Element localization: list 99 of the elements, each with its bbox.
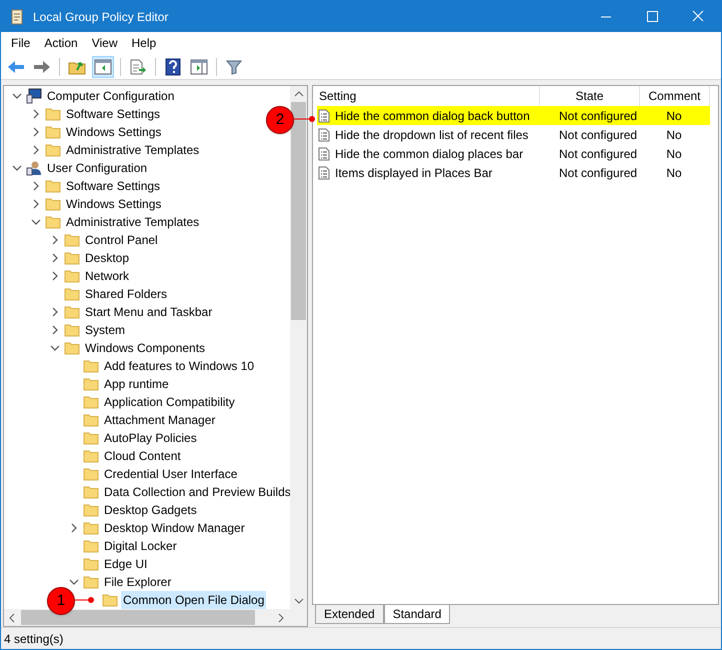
setting-name: Hide the dropdown list of recent files — [335, 126, 530, 144]
filter-icon — [226, 58, 242, 74]
folder-icon — [45, 179, 61, 193]
folder-icon — [83, 449, 99, 463]
tree-item[interactable]: Application Compatibility — [102, 393, 237, 411]
tree-item[interactable]: Computer Configuration — [45, 87, 176, 105]
state-cell-text: Not configured — [558, 126, 638, 144]
folder-icon — [83, 503, 99, 517]
tree-item[interactable]: Add features to Windows 10 — [102, 357, 256, 375]
tree-item[interactable]: Shared Folders — [83, 285, 170, 303]
horizontal-scrollbar[interactable] — [4, 609, 307, 626]
tree-item[interactable]: Windows Components — [83, 339, 208, 357]
folder-icon — [45, 215, 61, 229]
menu-item[interactable]: View — [86, 34, 124, 52]
forward-arrow-icon — [33, 60, 51, 74]
tree-item[interactable]: Cloud Content — [102, 447, 183, 465]
status-text: 4 setting(s) — [4, 630, 64, 648]
setting-row[interactable]: Items displayed in Places Bar Not configured No — [317, 163, 710, 182]
policy-icon — [317, 166, 331, 180]
comment-cell-text: No — [665, 108, 683, 124]
computer-icon — [26, 88, 42, 104]
tree-item[interactable]: Desktop Window Manager — [102, 519, 247, 537]
comment-cell-text: No — [665, 146, 683, 162]
state-cell-text: Not configured — [558, 108, 638, 124]
folder-icon — [64, 251, 80, 265]
tree-item[interactable]: App runtime — [102, 375, 171, 393]
tree-item[interactable]: Attachment Manager — [102, 411, 218, 429]
folder-icon — [83, 431, 99, 445]
folder-icon — [83, 557, 99, 571]
state-cell-text: Not configured — [558, 146, 638, 162]
folder-icon — [64, 233, 80, 247]
folder-icon — [64, 305, 80, 319]
scroll-icon — [9, 8, 25, 26]
menu-item[interactable]: Help — [126, 34, 162, 52]
folder-icon — [83, 395, 99, 409]
folder-icon — [83, 485, 99, 499]
tree-item[interactable]: Credential User Interface — [102, 465, 240, 483]
tree-item[interactable]: User Configuration — [45, 159, 150, 177]
tree-item[interactable]: Network — [83, 267, 132, 285]
tree-item[interactable]: Administrative Templates — [64, 213, 202, 231]
policy-icon — [317, 108, 331, 122]
setting-name: Hide the common dialog places bar — [335, 146, 524, 162]
folder-icon — [83, 521, 99, 535]
tree-item[interactable]: Edge UI — [102, 555, 150, 573]
comment-cell-text: No — [665, 126, 683, 144]
folder-icon — [45, 143, 61, 157]
folder-icon — [83, 539, 99, 553]
console-tree-icon — [94, 58, 112, 74]
policy-icon — [317, 128, 331, 142]
folder-icon — [102, 593, 118, 607]
folder-icon — [83, 377, 99, 391]
tree-item[interactable]: Common Open File Dialog — [121, 591, 266, 609]
export-list-icon — [129, 58, 147, 74]
tree-item[interactable]: Windows Settings — [64, 195, 164, 213]
setting-row[interactable]: Hide the common dialog places bar Not configured No — [317, 144, 710, 163]
leader-line — [294, 116, 316, 122]
view-tab[interactable]: Extended — [315, 605, 384, 624]
menu-item[interactable]: Action — [38, 34, 84, 52]
folder-icon — [83, 359, 99, 373]
help-icon — [165, 58, 181, 76]
setting-name: Hide the common dialog back button — [335, 108, 531, 124]
folder-icon — [64, 341, 80, 355]
setting-row[interactable]: Hide the dropdown list of recent files Not configured No — [317, 125, 710, 144]
tree-item[interactable]: File Explorer — [102, 573, 174, 591]
folder-icon — [83, 575, 99, 589]
tree-item[interactable]: Software Settings — [64, 177, 162, 195]
folder-icon — [83, 467, 99, 481]
tree-item[interactable]: Administrative Templates — [64, 141, 202, 159]
tree-item[interactable]: Software Settings — [64, 105, 162, 123]
toolbar-button[interactable] — [92, 56, 114, 78]
folder-icon — [45, 197, 61, 211]
back-arrow-icon — [7, 60, 25, 74]
tree-item[interactable]: Data Collection and Preview Builds — [102, 483, 290, 501]
folder-icon — [83, 413, 99, 427]
tree-item[interactable]: Digital Locker — [102, 537, 179, 555]
tree-item[interactable]: Control Panel — [83, 231, 160, 249]
folder-icon — [45, 125, 61, 139]
setting-name: Items displayed in Places Bar — [335, 164, 494, 182]
user-icon — [26, 160, 42, 176]
action-pane-icon — [190, 58, 208, 74]
tree-item[interactable]: System — [83, 321, 128, 339]
folder-icon — [64, 269, 80, 283]
view-tab[interactable]: Standard — [384, 605, 450, 624]
comment-cell-text: No — [665, 164, 683, 182]
tree-item[interactable]: Start Menu and Taskbar — [83, 303, 214, 321]
tree-item[interactable]: Desktop — [83, 249, 132, 267]
folder-icon — [64, 323, 80, 337]
window-title: Local Group Policy Editor — [33, 8, 170, 26]
menu-item[interactable]: File — [5, 34, 36, 52]
setting-row[interactable]: Hide the common dialog back button Not configured No — [317, 106, 710, 125]
leader-line — [75, 597, 95, 603]
tree-item[interactable]: AutoPlay Policies — [102, 429, 199, 447]
policy-icon — [317, 146, 331, 160]
state-cell-text: Not configured — [558, 164, 638, 182]
vertical-scrollbar[interactable] — [290, 86, 307, 609]
tree-item[interactable]: Desktop Gadgets — [102, 501, 199, 519]
folder-icon — [64, 287, 80, 301]
folder-icon — [45, 107, 61, 121]
tree-item[interactable]: Windows Settings — [64, 123, 164, 141]
